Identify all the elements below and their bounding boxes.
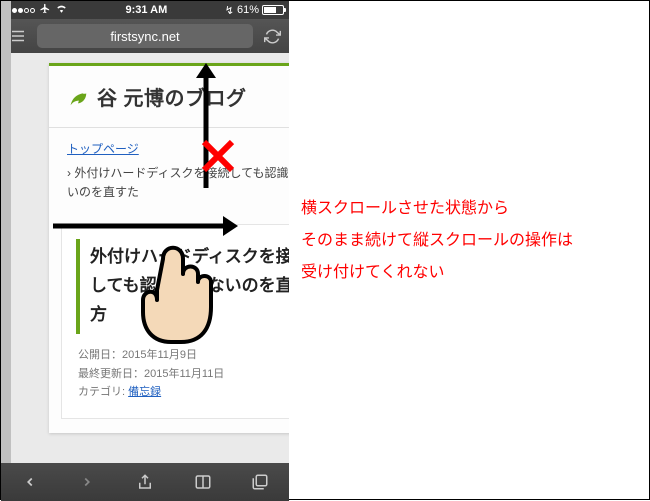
viewport-left-edge: [1, 1, 11, 501]
battery-icon: [262, 5, 284, 15]
published-label: 公開日：: [78, 349, 122, 361]
url-text: firstsync.net: [110, 29, 179, 44]
browser-nav-bar: firstsync.net: [1, 19, 289, 53]
refresh-icon[interactable]: [261, 25, 283, 47]
category-label: カテゴリ:: [78, 386, 128, 398]
status-right: ↯ 61%: [225, 4, 284, 17]
updated-date: 2015年11月11日: [144, 368, 224, 380]
bookmarks-button[interactable]: [188, 467, 218, 497]
annotation-line3: 受け付けてくれない: [301, 257, 573, 289]
breadcrumb-top-link[interactable]: トップページ: [67, 142, 139, 156]
share-button[interactable]: [130, 467, 160, 497]
article-meta: 公開日：2015年11月9日 最終更新日：2015年11月11日 カテゴリ: 備…: [76, 334, 289, 404]
status-bar: 9:31 AM ↯ 61%: [1, 1, 289, 19]
updated-label: 最終更新日：: [78, 368, 144, 380]
category-link[interactable]: 備忘録: [128, 386, 161, 398]
battery-percent: 61%: [237, 4, 259, 16]
airplane-mode-icon: [39, 3, 51, 17]
leaf-icon: [67, 86, 89, 108]
browser-toolbar: [1, 463, 289, 501]
url-bar[interactable]: firstsync.net: [37, 24, 253, 48]
published-date: 2015年11月9日: [122, 349, 197, 361]
wifi-icon: [55, 4, 68, 17]
charging-icon: ↯: [225, 4, 234, 17]
annotation-line1: 横スクロールさせた状態から: [301, 193, 573, 225]
site-header: 谷 元博のブログ: [49, 66, 289, 128]
breadcrumb: トップページ 外付けハードディスクを接続しても認識されないのを直すた: [49, 128, 289, 210]
site-title: 谷 元博のブログ: [97, 82, 247, 111]
annotation-text: 横スクロールさせた状態から そのまま続けて縦スクロールの操作は 受け付けてくれな…: [301, 193, 573, 289]
x-mark-icon: [201, 139, 235, 173]
breadcrumb-current: 外付けハードディスクを接続しても認識されないのを直すた: [67, 164, 289, 202]
status-time: 9:31 AM: [125, 4, 167, 16]
annotation-line2: そのまま続けて縦スクロールの操作は: [301, 225, 573, 257]
tabs-button[interactable]: [245, 467, 275, 497]
hand-pointer-icon: [133, 229, 223, 344]
forward-button[interactable]: [72, 467, 102, 497]
status-left: [6, 3, 68, 17]
back-button[interactable]: [15, 467, 45, 497]
